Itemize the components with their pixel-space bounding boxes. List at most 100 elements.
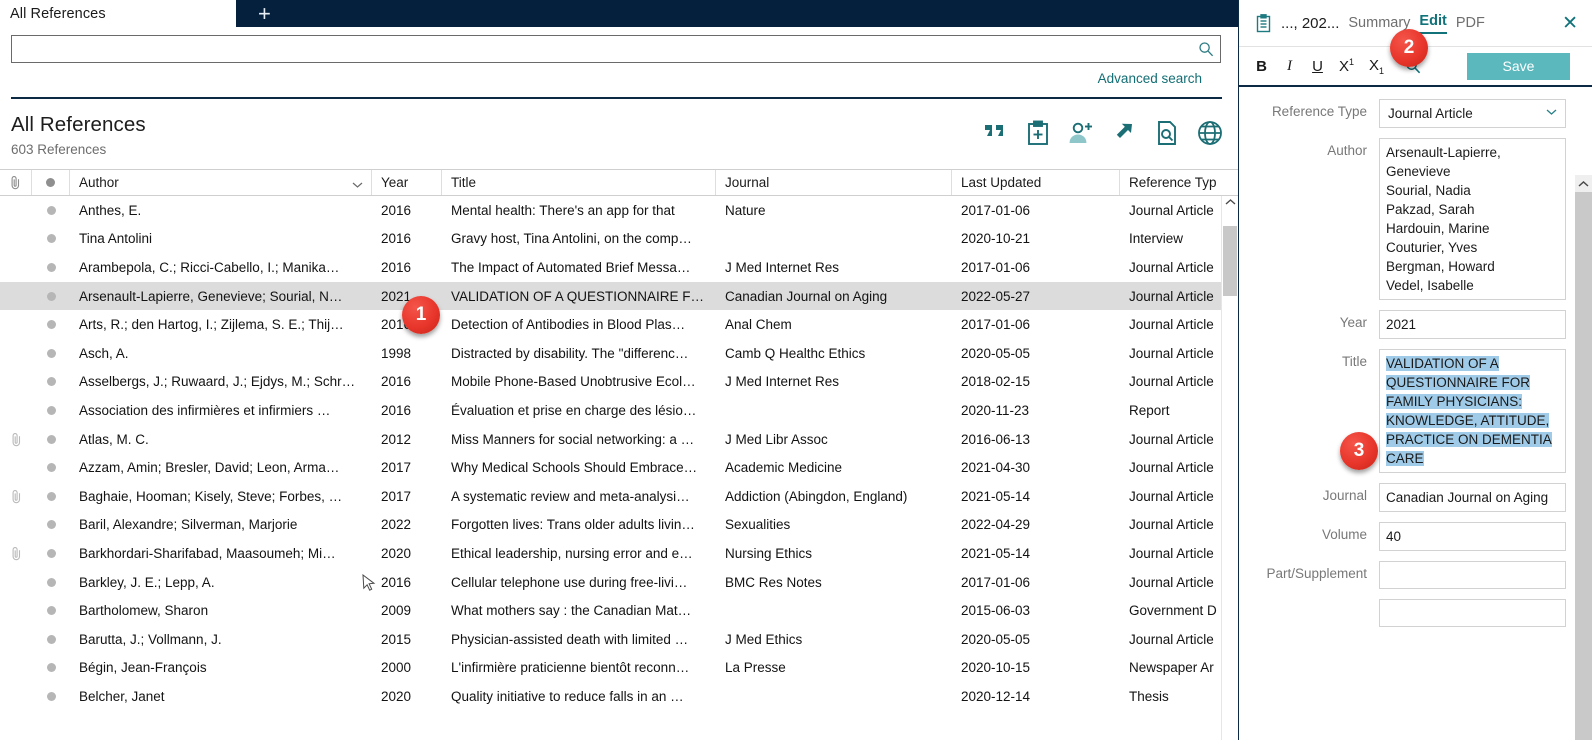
search-input[interactable] [11, 35, 1221, 63]
clipboard-plus-icon[interactable] [1024, 119, 1052, 147]
row-title: Ethical leadership, nursing error and e… [451, 545, 693, 561]
italic-button[interactable]: I [1283, 58, 1296, 75]
new-tab-button[interactable]: + [236, 0, 1238, 27]
table-row[interactable]: Arambepola, C.; Ricci-Cabello, I.; Manik… [0, 253, 1238, 282]
next-blank-input[interactable] [1379, 599, 1566, 627]
table-row[interactable]: Asselbergs, J.; Ruwaard, J.; Ejdys, M.; … [0, 368, 1238, 397]
reference-form[interactable]: Reference Type Journal Article Author Ar… [1239, 87, 1592, 740]
row-read-dot [32, 596, 70, 625]
reference-count: 603 References [11, 142, 107, 157]
quote-icon[interactable] [981, 119, 1009, 147]
table-row[interactable]: Baghaie, Hooman; Kisely, Steve; Forbes, … [0, 482, 1238, 511]
table-row[interactable]: Barkhordari-Sharifabad, Maasoumeh; Mi… 20… [0, 539, 1238, 568]
dot-icon [46, 691, 56, 701]
row-title: Mental health: There's an app for that [451, 202, 675, 218]
row-year: 2016 [381, 231, 412, 247]
row-title: What mothers say : the Canadian Mat… [451, 603, 692, 619]
export-arrow-icon[interactable] [1110, 119, 1138, 147]
row-attachment-icon [0, 282, 32, 311]
list-scrollbar[interactable] [1221, 196, 1238, 740]
column-header-author[interactable]: Author [70, 170, 372, 195]
table-row[interactable]: Baril, Alexandre; Silverman, Marjorie 202… [0, 511, 1238, 540]
year-input[interactable]: 2021 [1379, 310, 1566, 339]
row-journal: J Med Internet Res [725, 374, 840, 390]
table-row[interactable]: Arts, R.; den Hartog, I.; Zijlema, S. E.… [0, 310, 1238, 339]
table-row[interactable]: Azzam, Amin; Bresler, David; Leon, Arma…… [0, 453, 1238, 482]
tab-summary[interactable]: Summary [1348, 15, 1410, 31]
row-title: The Impact of Automated Brief Messa… [451, 259, 691, 275]
column-header-attachment[interactable] [0, 170, 32, 195]
row-journal: BMC Res Notes [725, 574, 822, 590]
row-journal: J Med Internet Res [725, 259, 840, 275]
superscript-button[interactable]: X1 [1339, 57, 1354, 75]
row-attachment-icon [0, 339, 32, 368]
author-input[interactable]: Arsenault-Lapierre, Genevieve Sourial, N… [1379, 138, 1566, 300]
row-title: Distracted by disability. The "differenc… [451, 345, 689, 361]
row-read-dot [32, 196, 70, 225]
row-attachment-icon [0, 596, 32, 625]
tab-pdf[interactable]: PDF [1456, 15, 1485, 31]
find-full-text-icon[interactable] [1153, 119, 1181, 147]
volume-input[interactable]: 40 [1379, 522, 1566, 551]
annotation-badge-2: 2 [1390, 29, 1428, 67]
table-row[interactable]: Association des infirmières et infirmier… [0, 396, 1238, 425]
reference-list[interactable]: Anthes, E. 2016 Mental health: There's an … [0, 196, 1238, 740]
table-row[interactable]: Bartholomew, Sharon 2009 What mothers say … [0, 596, 1238, 625]
column-header-last-updated[interactable]: Last Updated [952, 170, 1120, 195]
dot-icon [46, 178, 55, 187]
field-next-blank [1239, 599, 1592, 627]
row-attachment-icon [0, 453, 32, 482]
column-header-reference-type[interactable]: Reference Typ [1120, 170, 1238, 195]
row-title: Quality initiative to reduce falls in an… [451, 688, 684, 704]
table-row[interactable]: Barutta, J.; Vollmann, J. 2015 Physician-a… [0, 625, 1238, 654]
row-journal: J Med Ethics [725, 631, 803, 647]
tab-all-references[interactable]: All References [0, 0, 236, 27]
underline-button[interactable]: U [1311, 58, 1324, 75]
subscript-button[interactable]: X1 [1369, 57, 1384, 76]
column-header-read[interactable] [32, 170, 70, 195]
row-author: Arts, R.; den Hartog, I.; Zijlema, S. E.… [79, 317, 344, 333]
scroll-up-icon[interactable] [1575, 175, 1592, 192]
advanced-search-link[interactable]: Advanced search [1098, 71, 1202, 86]
library-title-block: All References 603 References [11, 113, 146, 157]
row-year: 1998 [381, 345, 412, 361]
add-person-icon[interactable] [1067, 119, 1095, 147]
column-header-year[interactable]: Year [372, 170, 442, 195]
subscript-exponent: 1 [1379, 65, 1385, 76]
part-supplement-input[interactable] [1379, 561, 1566, 589]
row-journal: Nature [725, 202, 766, 218]
table-row[interactable]: Barkley, J. E.; Lepp, A. 2016 Cellular tel… [0, 568, 1238, 597]
row-last-updated: 2020-10-21 [961, 231, 1031, 247]
dot-icon [46, 262, 56, 272]
library-toolbar [981, 113, 1224, 147]
column-header-title-label: Title [451, 175, 477, 190]
scroll-up-icon[interactable] [1225, 198, 1236, 209]
row-year: 2017 [381, 460, 412, 476]
row-attachment-icon [0, 482, 32, 511]
row-journal [716, 396, 952, 425]
row-journal: Nursing Ethics [725, 545, 813, 561]
table-row[interactable]: Arsenault-Lapierre, Genevieve; Sourial, … [0, 281, 1238, 311]
table-row[interactable]: Anthes, E. 2016 Mental health: There's an … [0, 196, 1238, 225]
globe-icon[interactable] [1196, 119, 1224, 147]
row-year: 2009 [381, 603, 412, 619]
table-row[interactable]: Belcher, Janet 2020 Quality initiative to … [0, 682, 1238, 711]
reference-type-select[interactable]: Journal Article [1379, 99, 1566, 128]
tab-edit[interactable]: Edit [1419, 13, 1447, 34]
bold-button[interactable]: B [1255, 58, 1268, 75]
journal-input[interactable]: Canadian Journal on Aging [1379, 483, 1566, 512]
column-header-journal[interactable]: Journal [716, 170, 952, 195]
column-header-title[interactable]: Title [442, 170, 716, 195]
table-row[interactable]: Bégin, Jean-François 2000 L'infirmière pra… [0, 654, 1238, 683]
close-icon[interactable]: ✕ [1562, 12, 1582, 35]
dot-icon [46, 234, 56, 244]
table-row[interactable]: Atlas, M. C. 2012 Miss Manners for social … [0, 425, 1238, 454]
title-input[interactable]: VALIDATION OF A QUESTIONNAIRE FOR FAMILY… [1379, 349, 1566, 473]
row-last-updated: 2020-05-05 [961, 345, 1031, 361]
list-scrollbar-thumb[interactable] [1223, 226, 1237, 296]
panel-scrollbar[interactable] [1575, 175, 1592, 740]
table-row[interactable]: Asch, A. 1998 Distracted by disability. Th… [0, 339, 1238, 368]
row-last-updated: 2017-01-06 [961, 317, 1031, 333]
table-row[interactable]: Tina Antolini 2016 Gravy host, Tina Antoli… [0, 225, 1238, 254]
save-button[interactable]: Save [1467, 52, 1570, 80]
